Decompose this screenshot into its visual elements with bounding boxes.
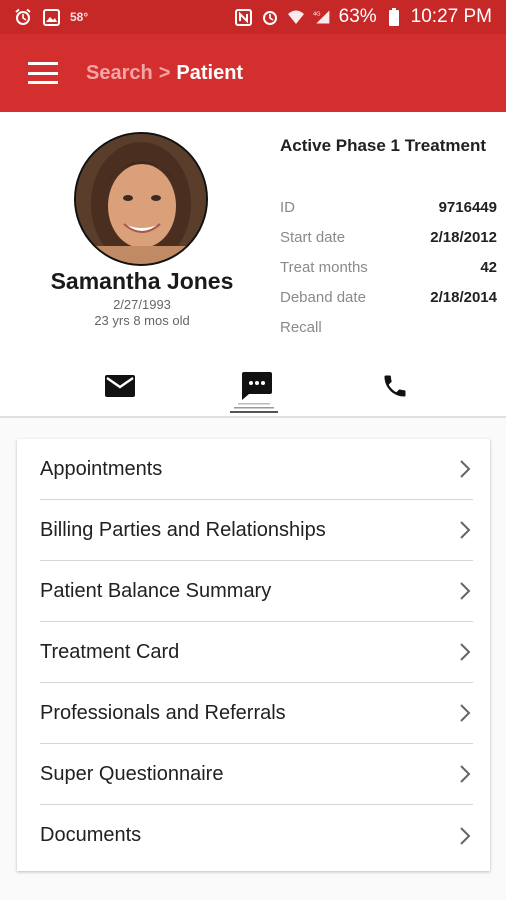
info-row-deband-date: Deband date 2/18/2014: [280, 285, 497, 309]
breadcrumb: Search > Patient: [86, 62, 243, 85]
battery-text: 63%: [338, 6, 377, 27]
alarm-icon: [14, 8, 32, 26]
patient-header: Samantha Jones 2/27/1993 23 yrs 8 mos ol…: [0, 112, 506, 418]
contact-actions: [0, 362, 506, 418]
menu-item-professionals[interactable]: Professionals and Referrals: [40, 683, 473, 744]
menu-item-label: Super Questionnaire: [40, 762, 224, 785]
chevron-right-icon: [457, 641, 473, 663]
info-value: 2/18/2012: [430, 228, 497, 246]
svg-text:4G: 4G: [313, 11, 321, 17]
info-row-start-date: Start date 2/18/2012: [280, 225, 497, 249]
nfc-icon: [235, 8, 253, 26]
menu-item-label: Treatment Card: [40, 640, 180, 663]
menu-item-appointments[interactable]: Appointments: [40, 439, 473, 500]
temperature-text: 58°: [70, 10, 89, 24]
chevron-right-icon: [457, 580, 473, 602]
patient-name: Samantha Jones: [50, 268, 234, 294]
info-label: Start date: [280, 228, 346, 246]
active-tab-indicator: [230, 403, 278, 413]
chevron-right-icon: [457, 763, 473, 785]
email-icon[interactable]: [100, 368, 140, 404]
image-icon: [42, 8, 60, 26]
menu-item-balance-summary[interactable]: Patient Balance Summary: [40, 561, 473, 622]
patient-dob: 2/27/1993: [113, 297, 171, 312]
menu-item-label: Billing Parties and Relationships: [40, 518, 326, 541]
breadcrumb-current: Patient: [176, 61, 244, 84]
info-value: 2/18/2014: [430, 288, 497, 306]
info-row-id: ID 9716449: [280, 195, 497, 219]
chevron-right-icon: [457, 825, 473, 847]
info-label: Deband date: [280, 288, 366, 306]
menu-item-label: Patient Balance Summary: [40, 579, 272, 602]
breadcrumb-separator: >: [158, 61, 171, 84]
chevron-right-icon: [457, 519, 473, 541]
chevron-right-icon: [457, 458, 473, 480]
info-label: Recall: [280, 318, 322, 336]
info-row-recall: Recall: [280, 315, 497, 339]
treatment-phase: Active Phase 1 Treatment: [280, 136, 486, 155]
wifi-icon: [287, 8, 305, 26]
message-icon[interactable]: [237, 368, 277, 404]
info-row-treat-months: Treat months 42: [280, 255, 497, 279]
status-right: 4G 63% 10:27 PM: [235, 6, 492, 28]
info-label: ID: [280, 198, 295, 216]
patient-menu: Appointments Billing Parties and Relatio…: [17, 439, 490, 871]
menu-item-label: Appointments: [40, 457, 163, 480]
status-bar: 58° 4G 63% 10:27 PM: [0, 0, 506, 34]
menu-item-treatment-card[interactable]: Treatment Card: [40, 622, 473, 683]
menu-item-label: Professionals and Referrals: [40, 701, 286, 724]
battery-icon: [385, 8, 403, 26]
breadcrumb-search-link[interactable]: Search: [86, 62, 153, 84]
menu-item-questionnaire[interactable]: Super Questionnaire: [40, 744, 473, 805]
info-value: 42: [480, 258, 497, 276]
app-bar: Search > Patient: [0, 34, 506, 112]
clock-text: 10:27 PM: [410, 6, 492, 27]
patient-age: 23 yrs 8 mos old: [94, 313, 190, 328]
menu-item-billing-parties[interactable]: Billing Parties and Relationships: [40, 500, 473, 561]
menu-item-documents[interactable]: Documents: [40, 805, 473, 866]
alarm-icon: [261, 8, 279, 26]
signal-icon: 4G: [313, 8, 331, 26]
info-value: 9716449: [438, 198, 497, 216]
info-label: Treat months: [280, 258, 368, 276]
chevron-right-icon: [457, 702, 473, 724]
status-left: 58°: [14, 8, 88, 26]
patient-avatar: [74, 132, 208, 266]
phone-icon[interactable]: [375, 368, 415, 404]
hamburger-menu-icon[interactable]: [28, 62, 58, 84]
menu-item-label: Documents: [40, 824, 142, 846]
